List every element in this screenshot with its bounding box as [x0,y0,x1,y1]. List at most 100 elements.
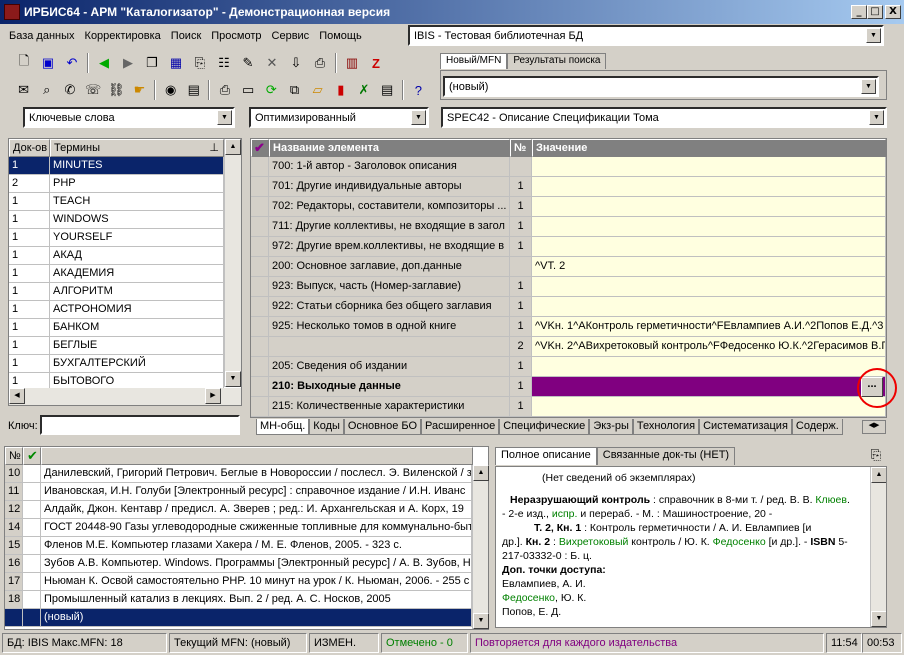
printer-icon[interactable]: ⎙ [215,80,234,100]
hand-icon[interactable]: ☛ [130,80,149,100]
tab-worksheet-5[interactable]: Экз-ры [589,419,633,435]
list-item[interactable]: 1 АКАДЕМИЯ [9,265,241,283]
search-type-select[interactable]: Ключевые слова ▼ [23,107,235,128]
grid-icon[interactable]: ▦ [166,53,186,73]
field-value[interactable]: ^VKн. 1^AКонтроль герметичности^FЕвлампи… [532,317,886,337]
field-value[interactable] [532,177,886,197]
menu-service[interactable]: Сервис [267,30,315,42]
database-select[interactable]: IBIS - Тестовая библиотечная БД ▼ [408,25,884,46]
link-icon[interactable]: ⛓ [107,80,126,100]
desc-link-eddy[interactable]: Вихретоковый [559,536,629,548]
list-item[interactable]: 1 БУХГАЛТЕРСКИЙ [9,355,241,373]
scroll-left-icon[interactable]: ◀ [9,388,25,404]
list-item[interactable]: 1 TEACH [9,193,241,211]
list-item[interactable]: 1 YOURSELF [9,229,241,247]
scroll-up-icon[interactable]: ▲ [871,467,886,483]
tree-icon[interactable]: ☷ [214,53,234,73]
field-value[interactable] [532,237,886,257]
z3950-icon[interactable]: Z [366,53,386,73]
scroll-down-icon[interactable]: ▼ [473,613,489,629]
list-item[interactable]: 1 АЛГОРИТМ [9,283,241,301]
desc-link-ispr[interactable]: испр. [552,508,578,520]
table-row[interactable]: 10 Данилевский, Григорий Петрович. Беглые… [5,465,488,483]
desc-link-fedosenko[interactable]: Федосенко [713,536,766,548]
records-scrollbar[interactable]: ▲ ▼ [472,465,489,629]
worksheet-select[interactable]: SPEC42 - Описание Спецификации Тома ▼ [441,107,887,128]
scroll-down-icon[interactable]: ▼ [225,371,241,387]
terms-list[interactable]: Док-ов Термины ⊥ 1 MINUTES 2 PHP 1 TEACH 1 WINDO… [8,138,242,406]
key-input[interactable] [40,415,240,435]
export-icon[interactable]: ⎘ [190,53,210,73]
chevron-down-icon[interactable]: ▼ [861,79,876,94]
table-row[interactable]: 17 Ньюман К. Освой самостоятельно PHP. 10… [5,573,488,591]
list-item[interactable]: 1 БАНКОМ [9,319,241,337]
doc-icon[interactable]: ▭ [239,80,258,100]
scroll-down-icon[interactable]: ▼ [871,611,886,627]
library-icon[interactable]: ▥ [342,53,362,73]
field-value[interactable] [532,357,886,377]
tab-worksheet-2[interactable]: Основное БО [343,419,422,435]
field-value[interactable]: ^VKн. 2^AВихретоковый контроль^FФедосенк… [532,337,886,357]
table-row[interactable]: 925: Несколько томов в одной книге 1 ^VKн.… [251,317,886,337]
list-item[interactable]: 1 АКАД [9,247,241,265]
menu-search[interactable]: Поиск [166,30,206,42]
chat-icon[interactable]: ☏ [84,80,103,100]
tab-worksheet-4[interactable]: Специфические [499,419,590,435]
list-item[interactable]: 1 MINUTES [9,157,241,175]
view-icon[interactable]: ◉ [161,80,180,100]
menu-edit[interactable]: Корректировка [80,30,166,42]
search-mode-select[interactable]: Оптимизированный ▼ [249,107,429,128]
new-icon[interactable]: 🗋 [14,53,34,73]
tab-worksheet-6[interactable]: Технология [632,419,700,435]
table-row[interactable]: 711: Другие коллективы, не входящие в за… [251,217,886,237]
tab-worksheet-8[interactable]: Содерж. [791,419,843,435]
terms-scrollbar[interactable]: ▲ ▼ [224,139,241,387]
refresh-icon[interactable]: ⟳ [262,80,281,100]
edit-icon[interactable]: ✎ [238,53,258,73]
find-icon[interactable]: ⌕ [37,80,56,100]
pages-icon[interactable]: ⧉ [285,80,304,100]
import-icon[interactable]: ⇩ [286,53,306,73]
list-item[interactable]: 1 БЕГЛЫЕ [9,337,241,355]
table-row[interactable]: 200: Основное заглавие, доп.данные ^VT. 2 [251,257,886,277]
tab-related-docs[interactable]: Связанные док-ты (НЕТ) [596,447,736,465]
desc-scrollbar[interactable]: ▲ ▼ [870,467,886,627]
field-value[interactable] [532,157,886,177]
table-row[interactable]: (новый) [5,609,488,627]
table-row[interactable]: 11 Ивановская, И.Н. Голуби [Электронный р… [5,483,488,501]
forward-icon[interactable]: ▶ [118,53,138,73]
field-value[interactable] [532,377,886,397]
table-row[interactable]: 12 Алдайк, Джон. Кентавр / предисл. А. Зв… [5,501,488,519]
scroll-up-icon[interactable]: ▲ [225,139,241,155]
table-row[interactable]: 702: Редакторы, составители, композиторы… [251,197,886,217]
close-button[interactable]: X [885,5,901,19]
mail-icon[interactable]: ✆ [60,80,79,100]
field-value[interactable] [532,217,886,237]
list-item[interactable]: 2 PHP [9,175,241,193]
table-row[interactable]: 2 ^VKн. 2^AВихретоковый контроль^FФедосен… [251,337,886,357]
minimize-button[interactable]: _ [851,5,867,19]
menu-database[interactable]: База данных [4,30,80,42]
new-record-select[interactable]: (новый) ▼ [443,76,879,97]
terms-hscrollbar[interactable]: ◀ ▶ [9,388,241,405]
desc-link-author-2[interactable]: Федосенко [502,592,555,604]
table-row[interactable]: 210: Выходные данные 1 [251,377,886,397]
chevron-down-icon[interactable]: ▼ [866,28,881,43]
chevron-down-icon[interactable]: ▼ [217,110,232,125]
open-folder-icon[interactable]: ▱ [308,80,327,100]
table-row[interactable]: 700: 1-й автор - Заголовок описания [251,157,886,177]
menu-help[interactable]: Помощь [314,30,367,42]
chevron-down-icon[interactable]: ▼ [869,110,884,125]
save-icon[interactable]: ▣ [38,53,58,73]
report-icon[interactable]: ▤ [378,80,397,100]
help-icon[interactable]: ? [409,80,428,100]
list-item[interactable]: 1 WINDOWS [9,211,241,229]
delete-icon[interactable]: ✕ [262,53,282,73]
table-row[interactable]: 972: Другие врем.коллективы, не входящие… [251,237,886,257]
scroll-right-icon[interactable]: ▶ [205,388,221,404]
pin-icon[interactable]: ⊥ [209,140,219,156]
excel-icon[interactable]: ✗ [354,80,373,100]
list-item[interactable]: 1 АСТРОНОМИЯ [9,301,241,319]
comment-icon[interactable]: ✉ [14,80,33,100]
scroll-up-icon[interactable]: ▲ [473,465,489,481]
